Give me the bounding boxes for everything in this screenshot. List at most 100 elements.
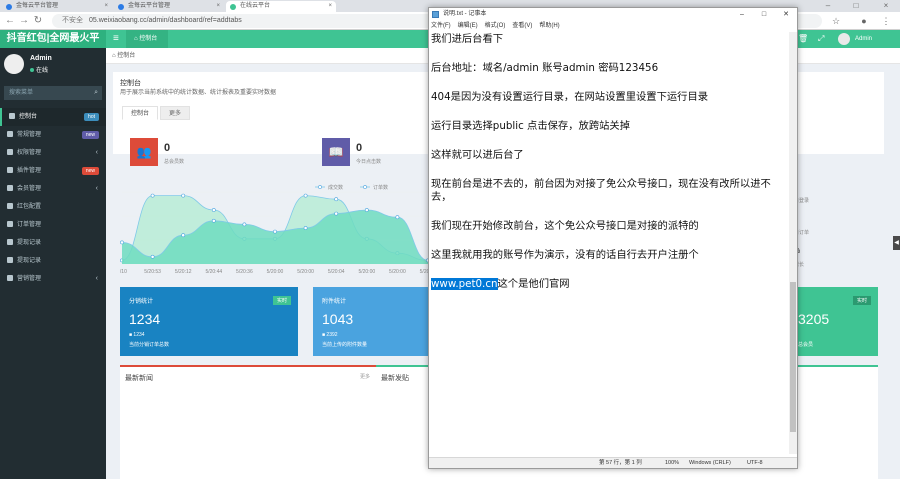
sidebar-item-label: 红包配置 <box>17 204 42 210</box>
sidebar-item-permission[interactable]: 权限管理 ‹ <box>0 144 106 162</box>
chevron-left-icon: ‹ <box>95 149 98 156</box>
realtime-badge: 实时 <box>852 296 871 305</box>
security-label: 不安全 <box>62 17 83 24</box>
header-username[interactable]: Admin <box>855 30 872 48</box>
text-line: 现在前台是进不去的，前台因为对接了免公众号接口，现在没有改所以进不去， <box>431 178 771 203</box>
info-box-value: 1043 <box>322 311 354 327</box>
x-tick-label: 5/20:00 <box>358 269 375 275</box>
avatar[interactable] <box>838 33 850 45</box>
notepad-text-area[interactable]: 我们进后台看下 后台地址：域名/admin 账号admin 密码123456 404… <box>431 33 788 455</box>
sidebar-item-dashboard[interactable]: 控制台 hot <box>0 108 106 126</box>
maximize-icon[interactable]: □ <box>850 0 862 12</box>
sidebar-item-label: 订单管理 <box>17 222 42 228</box>
browser-tab[interactable]: 金每云平台管理 × <box>114 1 224 12</box>
menu-item[interactable]: 文件(F) <box>431 23 451 29</box>
menu-item[interactable]: 编辑(E) <box>458 23 478 29</box>
sidebar-item-label: 会员管理 <box>17 186 42 192</box>
tab-more[interactable]: 更多 <box>160 106 191 120</box>
minimize-icon[interactable]: – <box>822 0 834 12</box>
menu-toggle-icon[interactable]: ≡ <box>113 30 119 48</box>
chevron-left-icon[interactable]: ◀ <box>893 236 900 250</box>
text-line: www.pet0.cn这个是他们官网 <box>431 278 788 291</box>
favicon-icon <box>230 4 236 10</box>
info-box-attachment: 附件统计 1043 ■ 2392 当前上传的附件数量 <box>313 287 428 356</box>
info-box-sub-label: 当前分销订单总数 <box>129 342 170 348</box>
header-tab-dashboard[interactable]: ⌂ 控制台 <box>126 30 168 48</box>
sidebar-item-label: 提现记录 <box>17 258 42 264</box>
sidebar-item-redpacket[interactable]: 红包配置 <box>0 198 106 216</box>
maximize-icon[interactable]: □ <box>755 8 773 21</box>
sidebar-item-marketing[interactable]: 营销管理 ‹ <box>0 270 106 288</box>
sidebar-item-label: 插件管理 <box>17 168 42 174</box>
selected-text[interactable]: www.pet0.cn <box>431 278 498 290</box>
close-window-icon[interactable]: × <box>880 0 892 12</box>
info-box-value: 3205 <box>798 311 830 327</box>
chevron-left-icon: ‹ <box>95 275 98 282</box>
menu-item-icon <box>9 113 15 119</box>
trash-icon[interactable]: 🗑 <box>798 30 808 48</box>
stat-value: 0 <box>164 142 171 154</box>
data-point <box>395 215 400 220</box>
favicon-icon <box>118 4 124 10</box>
menu-item[interactable]: 帮助(H) <box>539 23 559 29</box>
vertical-scrollbar[interactable] <box>789 32 797 454</box>
info-box-sub-label: 总会员 <box>798 342 814 348</box>
line-ending: Windows (CRLF) <box>689 460 731 466</box>
sidebar-item-member[interactable]: 会员管理 ‹ <box>0 180 106 198</box>
notepad-window: 说明.txt - 记事本 – □ ✕ 文件(F) 编辑(E) 格式(O) 查看(V) 帮… <box>428 7 798 469</box>
data-point <box>120 240 124 245</box>
legend-marker <box>363 185 367 189</box>
close-icon[interactable]: ✕ <box>777 8 795 21</box>
reload-icon[interactable]: ↻ <box>32 15 44 27</box>
sidebar-username: Admin <box>30 55 52 62</box>
close-icon[interactable]: × <box>216 1 220 12</box>
data-point <box>181 233 186 238</box>
menu-dots-icon[interactable]: ⋮ <box>880 15 892 27</box>
sub-value-text: 1234 <box>133 332 145 338</box>
sidebar-item-withdraw-2[interactable]: 提现记录 <box>0 252 106 270</box>
sidebar-item-withdraw[interactable]: 提现记录 <box>0 234 106 252</box>
sidebar-item-order[interactable]: 订单管理 <box>0 216 106 234</box>
sidebar-item-addon[interactable]: 插件管理 new <box>0 162 106 180</box>
menu-item-icon <box>7 203 13 209</box>
close-icon[interactable]: × <box>328 1 332 12</box>
minimize-icon[interactable]: – <box>733 8 751 21</box>
back-icon[interactable]: ← <box>4 15 16 27</box>
sidebar-search-input[interactable]: 搜索菜单 ⌕ <box>4 86 102 100</box>
forward-icon[interactable]: → <box>18 15 30 27</box>
avatar <box>4 54 24 74</box>
data-point <box>150 254 155 259</box>
sidebar-item-general[interactable]: 常规管理 new <box>0 126 106 144</box>
info-box-members: 实时 3205 总会员 <box>796 287 878 356</box>
site-logo[interactable]: 抖音红包|全网最火平 <box>0 30 106 48</box>
menu-item[interactable]: 格式(O) <box>485 23 506 29</box>
menu-item-icon <box>7 239 13 245</box>
data-point <box>211 208 216 212</box>
info-box-sub-value: ■ 1234 <box>129 332 145 338</box>
scrollbar-thumb[interactable] <box>790 282 796 432</box>
data-point <box>364 208 369 212</box>
notepad-titlebar[interactable]: 说明.txt - 记事本 – □ ✕ <box>429 8 797 21</box>
status-dot-icon <box>30 68 34 72</box>
text-line: 这样就可以进后台了 <box>431 149 524 161</box>
star-icon[interactable]: ☆ <box>830 15 842 27</box>
browser-tab-active[interactable]: 在线云平台 × <box>226 1 336 12</box>
url-text: 05.weixiaobang.cc/admin/dashboard/ref=ad… <box>89 17 242 24</box>
menu-item[interactable]: 查看(V) <box>512 23 532 29</box>
search-icon[interactable]: ⌕ <box>94 86 98 100</box>
breadcrumb-item[interactable]: 控制台 <box>117 53 135 59</box>
text-line: 我们现在开始修改前台，这个免公众号接口是对接的派特的 <box>431 220 699 232</box>
data-point <box>303 226 308 230</box>
text-line: 运行目录选择public 点击保存，放跨站关掉 <box>431 120 631 132</box>
tab-dashboard[interactable]: 控制台 <box>122 106 159 120</box>
tab-label: 在线云平台 <box>240 3 271 9</box>
more-link[interactable]: 更多 <box>360 373 370 380</box>
browser-tab[interactable]: 金每云平台管理 × <box>2 1 112 12</box>
notepad-menubar: 文件(F) 编辑(E) 格式(O) 查看(V) 帮助(H) <box>429 21 797 31</box>
info-box-sub-label: 当前上传的附件数量 <box>322 342 368 348</box>
fullscreen-icon[interactable]: ⤢ <box>818 30 824 48</box>
close-icon[interactable]: × <box>104 1 108 12</box>
search-placeholder: 搜索菜单 <box>9 90 34 96</box>
info-box-value: 1234 <box>129 311 161 327</box>
profile-icon[interactable]: ● <box>858 15 870 27</box>
